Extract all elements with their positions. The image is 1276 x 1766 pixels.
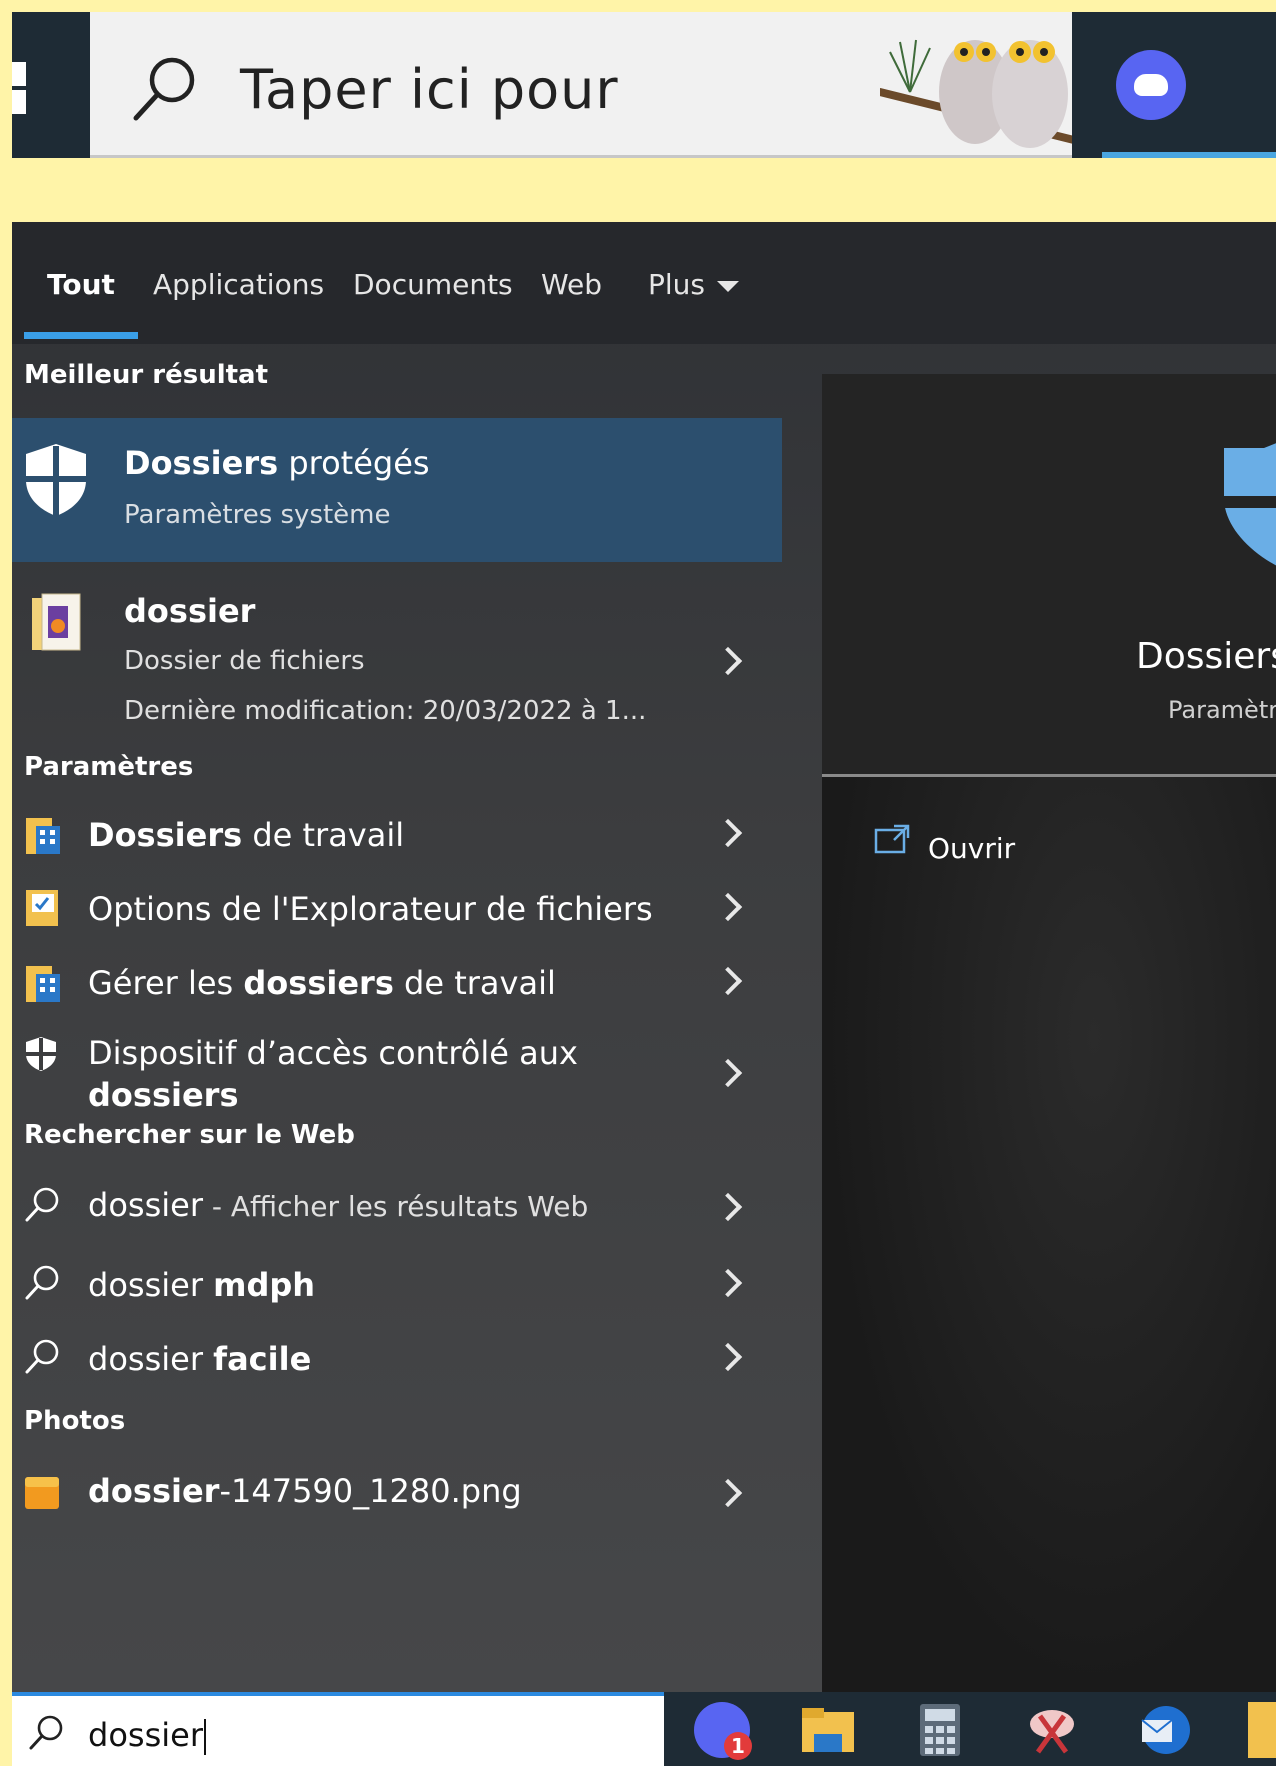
windows-logo-icon <box>12 62 28 114</box>
chevron-right-icon[interactable] <box>718 1060 734 1086</box>
folder-result-title: dossier <box>124 592 256 630</box>
open-button[interactable] <box>874 824 1174 864</box>
taskbar-app-area <box>1072 12 1276 158</box>
folder-result-type: Dossier de fichiers <box>124 646 365 676</box>
taskbar-app-icon[interactable] <box>1248 1702 1276 1758</box>
chevron-right-icon[interactable] <box>718 1344 734 1370</box>
photo-item[interactable]: dossier-147590_1280.png <box>12 1456 782 1536</box>
folder-file-icon <box>32 593 81 651</box>
search-panel: Tout Applications Documents Web Plus Mei… <box>12 222 1276 1766</box>
tab-tout[interactable]: Tout <box>47 268 115 301</box>
search-placeholder: Taper ici pour <box>240 58 619 121</box>
photo-item-label: dossier-147590_1280.png <box>88 1472 522 1510</box>
best-match-title: Dossiers protégés <box>124 444 430 482</box>
web-item-label: dossier mdph <box>88 1266 316 1304</box>
preview-subtitle: Paramètr <box>1168 696 1276 724</box>
settings-item-label: Dispositif d’accès contrôlé aux dossiers <box>88 1034 578 1114</box>
chevron-right-icon[interactable] <box>718 894 734 920</box>
section-photos: Photos <box>24 1406 126 1436</box>
settings-item-label: Dossiers de travail <box>88 816 405 854</box>
work-folders-icon <box>26 966 60 1002</box>
windows-security-shield-icon <box>26 444 86 516</box>
chevron-right-icon[interactable] <box>718 1270 734 1296</box>
settings-item-work-folders[interactable]: Dossiers de travail <box>12 798 782 872</box>
chevron-right-icon[interactable] <box>718 1480 734 1506</box>
chevron-right-icon[interactable] <box>718 648 734 674</box>
search-tabs: Tout Applications Documents Web Plus <box>12 222 1276 344</box>
settings-item-label: Gérer les dossiers de travail <box>88 964 556 1002</box>
file-explorer-icon[interactable] <box>800 1702 856 1758</box>
start-button[interactable] <box>12 12 90 158</box>
tab-web[interactable]: Web <box>541 268 602 301</box>
preview-title: Dossiers <box>1136 636 1276 677</box>
search-icon <box>25 1339 59 1374</box>
best-match-subtitle: Paramètres système <box>124 500 391 530</box>
security-shield-icon <box>26 1037 56 1071</box>
settings-item-controlled-folder-access[interactable]: Dispositif d’accès contrôlé aux dossiers <box>12 1020 782 1120</box>
web-item[interactable]: dossier mdph <box>12 1248 782 1322</box>
active-app-indicator <box>1102 152 1276 158</box>
dropdown-caret-icon <box>717 280 739 292</box>
preview-pane: Dossiers Paramètr Ouvrir <box>822 374 1276 1700</box>
explorer-options-icon <box>26 890 58 926</box>
web-item[interactable]: dossier facile <box>12 1322 782 1396</box>
search-icon <box>25 1187 59 1222</box>
text-cursor <box>203 1719 206 1755</box>
section-settings: Paramètres <box>24 752 194 782</box>
web-item-label: dossier - Afficher les résultats Web <box>88 1186 589 1224</box>
tab-documents[interactable]: Documents <box>353 268 513 301</box>
web-item-label: dossier facile <box>88 1340 312 1378</box>
open-label: Ouvrir <box>928 832 1016 865</box>
discord-icon[interactable]: 1 <box>694 1702 752 1760</box>
notification-badge: 1 <box>724 1732 752 1760</box>
open-external-icon <box>874 824 910 854</box>
discord-icon[interactable] <box>1116 50 1186 120</box>
web-item[interactable]: dossier - Afficher les résultats Web <box>12 1166 782 1248</box>
tab-plus[interactable]: Plus <box>648 268 739 301</box>
calculator-icon[interactable] <box>912 1702 968 1758</box>
search-icon <box>133 57 195 121</box>
preview-divider <box>822 774 1276 777</box>
search-input[interactable]: dossier <box>12 1692 664 1766</box>
search-query: dossier <box>88 1716 206 1755</box>
section-best-match: Meilleur résultat <box>24 360 269 390</box>
best-match-item[interactable]: Dossiers protégés Paramètres système <box>12 418 782 562</box>
chevron-right-icon[interactable] <box>718 1194 734 1220</box>
bottom-taskbar: dossier 1 <box>12 1692 1276 1766</box>
tab-plus-label: Plus <box>648 268 705 301</box>
taskbar-search-box[interactable]: Taper ici pour <box>90 12 1184 158</box>
search-icon <box>29 1715 63 1750</box>
section-web: Rechercher sur le Web <box>24 1120 355 1150</box>
tab-applications[interactable]: Applications <box>153 268 324 301</box>
snipping-tool-icon[interactable] <box>1024 1702 1080 1758</box>
image-file-icon <box>25 1477 59 1509</box>
results-list: Meilleur résultat Dossiers protégés Para… <box>12 344 782 1684</box>
work-folders-icon <box>26 818 60 854</box>
mail-icon[interactable] <box>1136 1702 1192 1758</box>
chevron-right-icon[interactable] <box>718 820 734 846</box>
windows-security-shield-icon <box>1224 443 1276 566</box>
settings-item-manage-work-folders[interactable]: Gérer les dossiers de travail <box>12 946 782 1020</box>
folder-result-modified: Dernière modification: 20/03/2022 à 1... <box>124 696 647 726</box>
chevron-right-icon[interactable] <box>718 968 734 994</box>
active-tab-indicator <box>24 332 138 339</box>
folder-result-item[interactable]: dossier Dossier de fichiers Dernière mod… <box>12 562 782 728</box>
settings-item-explorer-options[interactable]: Options de l'Explorateur de fichiers <box>12 872 782 946</box>
settings-item-label: Options de l'Explorateur de fichiers <box>88 890 653 928</box>
search-icon <box>25 1265 59 1300</box>
top-taskbar: Taper ici pour <box>12 12 1276 158</box>
